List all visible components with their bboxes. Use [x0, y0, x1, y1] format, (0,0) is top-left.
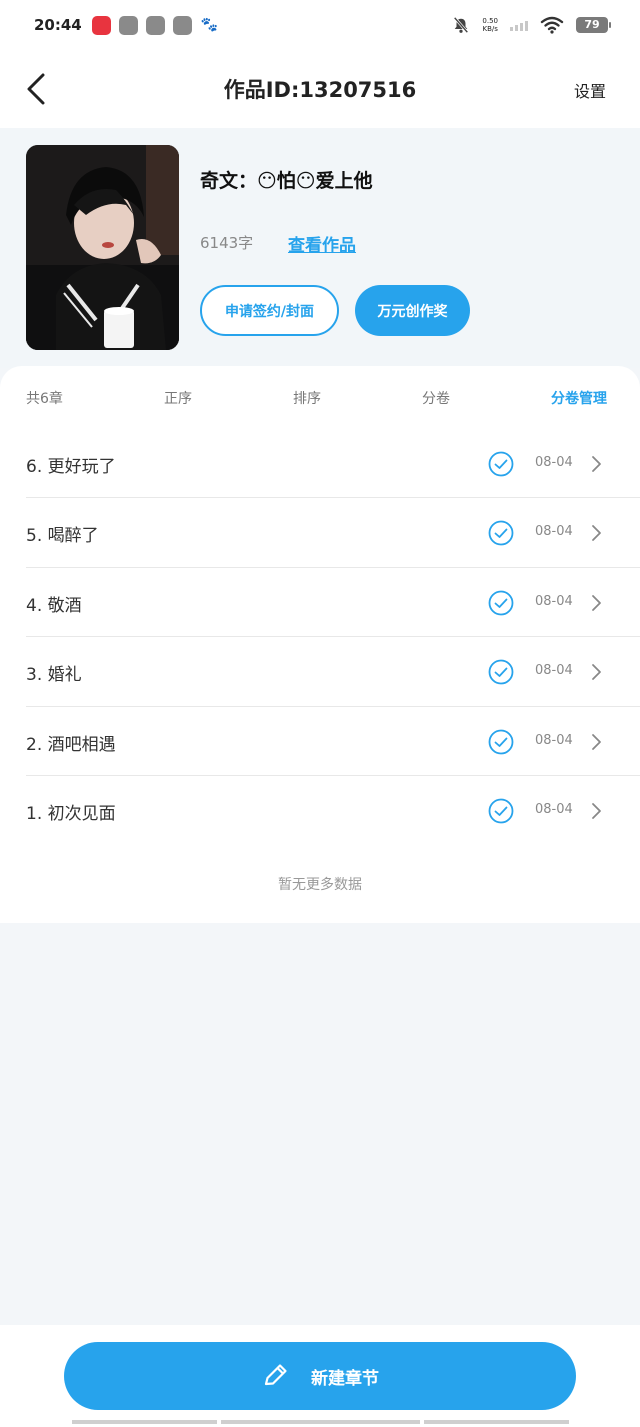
chapter-date: 08-04 [535, 593, 573, 609]
status-time: 20:44 [34, 16, 82, 34]
chevron-right-icon [592, 664, 601, 681]
mail-notification-icon [145, 15, 165, 35]
pencil-icon [264, 1364, 287, 1386]
chapter-row[interactable]: 6. 更好玩了 08-04 [26, 429, 640, 499]
chapter-panel: 共6章 正序 排序 分卷 分卷管理 6. 更好玩了 08-04 5. 喝醉了 0… [0, 366, 640, 923]
chapter-title: 4. 敬酒 [26, 595, 82, 616]
published-check-icon [488, 520, 514, 546]
chevron-right-icon [592, 456, 601, 472]
chevron-right-icon [592, 594, 601, 611]
view-work-link[interactable]: 查看作品 [288, 231, 356, 256]
signal-icon [510, 19, 528, 31]
volume-manage-button[interactable]: 分卷管理 [551, 388, 607, 408]
chapter-row[interactable]: 4. 敬酒 08-04 [26, 568, 640, 638]
creation-award-button[interactable]: 万元创作奖 [355, 285, 470, 336]
chapter-row[interactable]: 5. 喝醉了 08-04 [26, 498, 640, 568]
chapter-row[interactable]: 3. 婚礼 08-04 [26, 637, 640, 707]
chapter-count: 共6章 [26, 391, 63, 407]
chevron-right-icon [592, 525, 601, 542]
published-check-icon [488, 729, 514, 754]
published-check-icon [488, 798, 514, 824]
chapter-date: 08-04 [535, 732, 573, 748]
new-chapter-button[interactable]: 新建章节 [64, 1342, 576, 1410]
chevron-right-icon [592, 733, 601, 750]
paw-notification-icon: 🐾 [200, 16, 218, 33]
order-toggle[interactable]: 正序 [164, 388, 192, 408]
new-chapter-label: 新建章节 [311, 1368, 379, 1389]
cover-portrait-illustration [26, 145, 179, 350]
chapter-list: 6. 更好玩了 08-04 5. 喝醉了 08-04 4. 敬酒 08-04 3… [0, 429, 640, 845]
word-count: 6143字 [200, 234, 254, 252]
published-check-icon [488, 659, 514, 685]
net-speed: 0.50 KB/s [482, 17, 498, 33]
chapter-row[interactable]: 2. 酒吧相遇 08-04 [26, 707, 640, 776]
chapter-date: 08-04 [535, 524, 573, 540]
net-speed-unit: KB/s [482, 25, 498, 33]
work-info-section: 奇文：😶怕😶爱上他 6143字 查看作品 申请签约/封面 万元创作奖 [0, 128, 640, 368]
status-bar: 20:44 🐾 0.50 KB/s 79 [0, 0, 640, 50]
notification-icons: 🐾 [91, 15, 219, 35]
chapter-title: 3. 婚礼 [26, 665, 82, 686]
volume-button[interactable]: 分卷 [422, 388, 450, 408]
chapter-row[interactable]: 1. 初次见面 08-04 [26, 776, 640, 845]
settings-button[interactable]: 设置 [574, 78, 606, 102]
page-title: 作品ID:13207516 [223, 78, 417, 102]
system-gesture-bar [0, 1420, 640, 1425]
app-notification-icon [91, 15, 111, 35]
net-speed-value: 0.50 [482, 17, 498, 25]
chapter-date: 08-04 [535, 663, 573, 679]
mute-bell-icon [454, 16, 469, 34]
chapter-title: 1. 初次见面 [26, 803, 116, 824]
chapter-title: 5. 喝醉了 [26, 526, 99, 547]
no-more-data-text: 暂无更多数据 [278, 877, 362, 893]
chevron-right-icon [592, 803, 601, 819]
published-check-icon [488, 451, 514, 477]
chapter-date: 08-04 [535, 801, 573, 817]
published-check-icon [488, 590, 514, 616]
bottom-action-bar: 新建章节 [0, 1325, 640, 1427]
apply-sign-cover-button[interactable]: 申请签约/封面 [200, 285, 339, 336]
battery-icon: 79 [576, 17, 611, 33]
top-nav-bar: 作品ID:13207516 设置 [0, 50, 640, 128]
vivo-notification-icon [172, 15, 192, 35]
chapter-title: 6. 更好玩了 [26, 457, 116, 477]
chapter-title: 2. 酒吧相遇 [26, 734, 116, 755]
back-button[interactable] [20, 70, 52, 108]
chapter-date: 08-04 [535, 455, 573, 470]
chapter-toolbar: 共6章 正序 排序 分卷 分卷管理 [0, 388, 640, 408]
wifi-icon [540, 16, 564, 34]
work-cover-image[interactable] [26, 145, 179, 350]
work-title: 奇文：😶怕😶爱上他 [200, 170, 373, 192]
app-notification-icon [118, 15, 138, 35]
chevron-left-icon [27, 73, 45, 105]
sort-button[interactable]: 排序 [293, 388, 321, 408]
